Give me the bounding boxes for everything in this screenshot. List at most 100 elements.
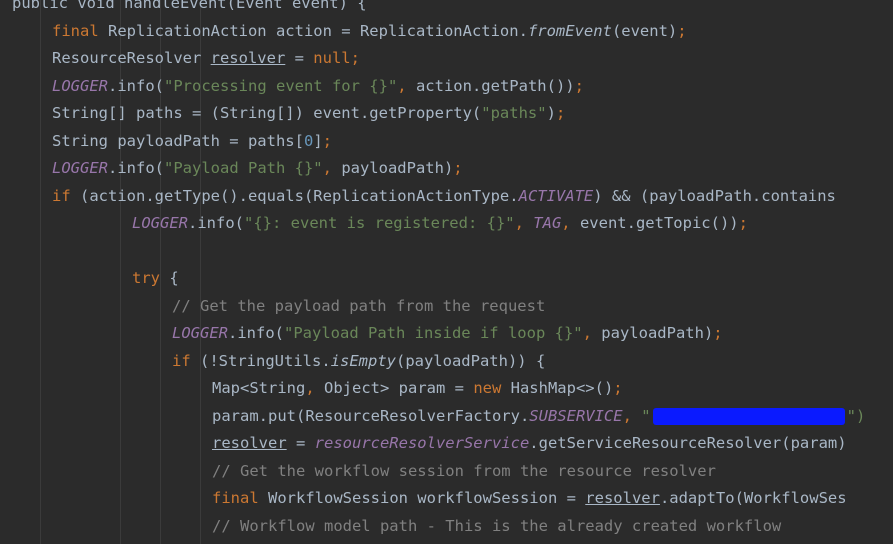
code-line[interactable]: // Get the workflow session from the res… bbox=[212, 458, 716, 485]
code-line[interactable]: String[] paths = (String[]) event.getPro… bbox=[52, 100, 565, 127]
code-token: new bbox=[473, 379, 511, 397]
code-token: resolver bbox=[212, 434, 287, 452]
code-line[interactable]: final WorkflowSession workflowSession = … bbox=[212, 485, 847, 512]
code-line[interactable]: // Get the payload path from the request bbox=[172, 293, 545, 320]
code-token: resourceResolverService bbox=[314, 434, 530, 452]
code-token: , bbox=[397, 76, 416, 95]
code-line[interactable]: Map<String, Object> param = new HashMap<… bbox=[212, 375, 623, 402]
code-token: .info( bbox=[188, 214, 244, 232]
code-token: ; bbox=[713, 324, 723, 342]
code-token: Object> param = bbox=[324, 379, 474, 397]
code-token: payloadPath) bbox=[601, 324, 714, 342]
code-token: if bbox=[172, 351, 200, 370]
code-line[interactable]: ResourceResolver resolver = null; bbox=[52, 45, 360, 72]
code-token: ; bbox=[453, 159, 463, 177]
code-token: "Payload Path inside if loop {}" bbox=[284, 324, 583, 342]
code-token: final bbox=[212, 489, 268, 507]
code-token: , bbox=[514, 214, 534, 232]
code-token: "paths" bbox=[481, 104, 547, 122]
code-token: if bbox=[52, 186, 80, 205]
code-token: String payloadPath = paths[ bbox=[52, 131, 304, 150]
code-token: // Get the workflow session from the res… bbox=[212, 461, 716, 480]
code-token: , bbox=[305, 379, 324, 397]
code-line[interactable]: String payloadPath = paths[0]; bbox=[52, 128, 332, 155]
code-token: { bbox=[169, 269, 179, 287]
code-token: .info( bbox=[108, 76, 164, 95]
code-token: try bbox=[132, 269, 170, 287]
code-token: ; bbox=[322, 131, 332, 150]
code-token: isEmpty bbox=[330, 351, 396, 370]
code-token: null bbox=[313, 49, 351, 67]
code-line[interactable]: final ReplicationAction action = Replica… bbox=[52, 18, 687, 45]
code-line[interactable]: resolver = resourceResolverService.getSe… bbox=[212, 430, 847, 457]
code-token: = bbox=[285, 49, 314, 67]
code-token: ; bbox=[613, 379, 623, 397]
code-token: "Payload Path {}" bbox=[164, 159, 323, 177]
code-token: , bbox=[322, 159, 342, 177]
code-editor[interactable]: public void handleEvent(Event event) { fi… bbox=[0, 0, 893, 544]
code-token: " bbox=[641, 406, 651, 425]
code-token: , bbox=[582, 324, 602, 342]
code-token: resolver bbox=[585, 489, 660, 507]
code-token: (event) bbox=[611, 21, 678, 40]
code-token: ACTIVATE bbox=[518, 186, 594, 205]
code-token: HashMap<>() bbox=[510, 379, 614, 397]
code-token: payloadPath) bbox=[341, 159, 454, 177]
code-token: public void handleEvent(Event event) { bbox=[12, 0, 367, 12]
code-token: ResourceResolver bbox=[52, 49, 211, 67]
code-token: .adaptTo(WorkflowSes bbox=[659, 489, 847, 507]
code-line[interactable]: try { bbox=[132, 265, 179, 292]
code-token: ReplicationAction action = ReplicationAc… bbox=[108, 21, 528, 40]
code-token: ; bbox=[555, 104, 566, 122]
code-line[interactable]: public void handleEvent(Event event) { bbox=[12, 0, 367, 17]
code-token: ; bbox=[574, 76, 584, 95]
code-token: ; bbox=[738, 214, 748, 232]
code-token: TAG bbox=[533, 214, 562, 232]
redacted-value bbox=[652, 407, 845, 425]
code-line[interactable]: if (!StringUtils.isEmpty(payloadPath)) { bbox=[172, 348, 545, 375]
code-token: event.getTopic()) bbox=[579, 214, 739, 232]
code-line[interactable]: LOGGER.info("Payload Path inside if loop… bbox=[172, 320, 723, 347]
code-line[interactable]: LOGGER.info("{}: event is registered: {}… bbox=[132, 210, 748, 237]
code-token: LOGGER bbox=[172, 324, 228, 342]
code-line[interactable]: if (action.getType().equals(ReplicationA… bbox=[52, 183, 836, 210]
code-token: SUBSERVICE bbox=[529, 406, 623, 425]
code-line[interactable]: LOGGER.info("Payload Path {}", payloadPa… bbox=[52, 155, 463, 182]
code-line[interactable]: LOGGER.info("Processing event for {}", a… bbox=[52, 73, 584, 100]
code-token: Map<String bbox=[212, 379, 306, 397]
code-token: (payloadPath)) { bbox=[395, 351, 546, 370]
code-token: ] bbox=[313, 131, 323, 150]
code-line[interactable]: final String model = "/var/workflow/mode… bbox=[212, 540, 744, 544]
code-line[interactable]: // Workflow model path - This is the alr… bbox=[212, 513, 781, 540]
indent-guide bbox=[40, 0, 41, 544]
code-token: LOGGER bbox=[52, 76, 108, 95]
code-token: (!StringUtils. bbox=[200, 351, 331, 370]
code-token: String[] paths = (String[]) event.getPro… bbox=[52, 104, 482, 122]
code-token: "Processing event for {}" bbox=[164, 76, 398, 95]
code-token: .getServiceResourceResolver(param) bbox=[529, 434, 847, 452]
code-token: WorkflowSession workflowSession = bbox=[268, 489, 586, 507]
code-token: param.put(ResourceResolverFactory. bbox=[212, 406, 530, 425]
code-token: resolver bbox=[210, 49, 286, 67]
code-token: ) bbox=[546, 104, 556, 122]
code-token: ; bbox=[350, 49, 360, 67]
code-token: final bbox=[52, 21, 108, 40]
code-token: = bbox=[286, 434, 315, 452]
code-token: LOGGER bbox=[132, 214, 188, 232]
code-token: .info( bbox=[228, 324, 284, 342]
code-token: (action.getType().equals(ReplicationActi… bbox=[80, 186, 519, 205]
code-token: , bbox=[622, 406, 642, 425]
code-token: // Workflow model path - This is the alr… bbox=[212, 516, 782, 535]
code-token: ; bbox=[677, 21, 687, 40]
code-line[interactable]: param.put(ResourceResolverFactory.SUBSER… bbox=[212, 403, 865, 430]
code-token: .info( bbox=[108, 159, 164, 177]
code-token: ) && (payloadPath.contains bbox=[593, 186, 836, 205]
code-token: // Get the payload path from the request bbox=[172, 296, 546, 315]
code-token: action.getPath()) bbox=[415, 76, 575, 95]
code-token: "{}: event is registered: {}" bbox=[244, 214, 515, 232]
code-token: ") bbox=[846, 406, 866, 425]
code-token: 0 bbox=[303, 131, 314, 150]
code-token: , bbox=[561, 214, 580, 232]
code-token: LOGGER bbox=[52, 159, 108, 177]
code-token: fromEvent bbox=[527, 21, 612, 40]
